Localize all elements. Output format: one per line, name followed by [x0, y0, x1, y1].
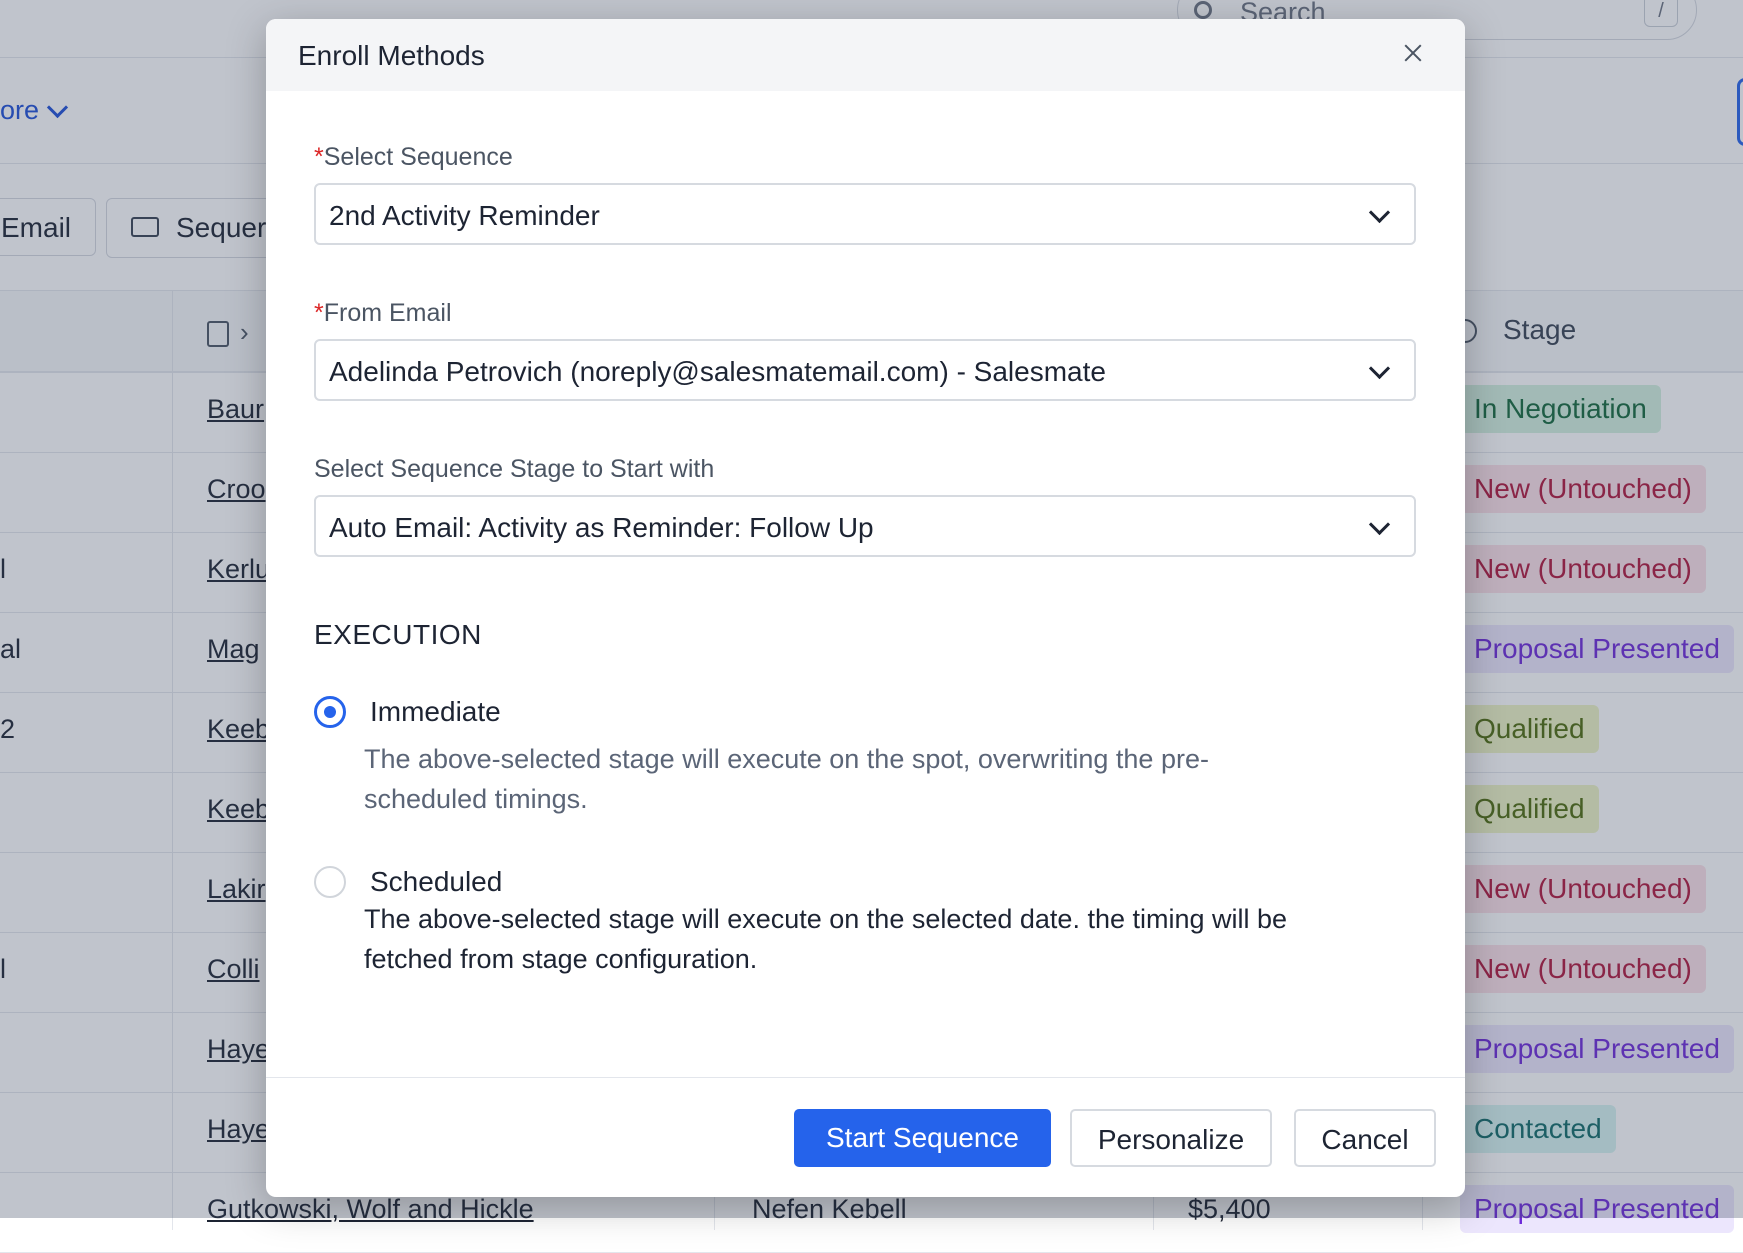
required-mark: * [314, 299, 324, 327]
sequence-stage-select[interactable]: Auto Email: Activity as Reminder: Follow… [314, 495, 1416, 557]
required-mark: * [314, 143, 324, 171]
from-email-select-value: Adelinda Petrovich (noreply@salesmatemai… [329, 356, 1106, 387]
from-email-field-label: *From Email [314, 299, 452, 327]
dialog-title: Enroll Methods [298, 40, 485, 71]
start-sequence-button[interactable]: Start Sequence [794, 1109, 1051, 1167]
chevron-down-icon [1368, 201, 1391, 224]
close-icon[interactable] [1396, 37, 1430, 71]
scheduled-description: The above-selected stage will execute on… [364, 904, 1288, 974]
immediate-label[interactable]: Immediate [370, 696, 501, 728]
immediate-radio[interactable] [314, 696, 346, 728]
chevron-down-icon [1368, 357, 1391, 380]
immediate-description: The above-selected stage will execute on… [364, 744, 1209, 814]
chevron-down-icon [1368, 513, 1391, 536]
execution-heading: EXECUTION [314, 619, 482, 650]
cancel-button[interactable]: Cancel [1294, 1109, 1436, 1167]
personalize-button[interactable]: Personalize [1070, 1109, 1272, 1167]
sequence-stage-select-value: Auto Email: Activity as Reminder: Follow… [329, 512, 874, 543]
from-email-select[interactable]: Adelinda Petrovich (noreply@salesmatemai… [314, 339, 1416, 401]
dialog-header: Enroll Methods [266, 19, 1465, 91]
scheduled-label[interactable]: Scheduled [370, 866, 502, 898]
sequence-field-label: *Select Sequence [314, 143, 513, 171]
sequence-select-value: 2nd Activity Reminder [329, 200, 600, 231]
dialog-footer-divider [266, 1077, 1465, 1078]
enroll-methods-dialog: Enroll Methods *Select Sequence 2nd Acti… [266, 19, 1465, 1197]
stage-field-label: Select Sequence Stage to Start with [314, 455, 715, 483]
sequence-select[interactable]: 2nd Activity Reminder [314, 183, 1416, 245]
scheduled-radio[interactable] [314, 866, 346, 898]
